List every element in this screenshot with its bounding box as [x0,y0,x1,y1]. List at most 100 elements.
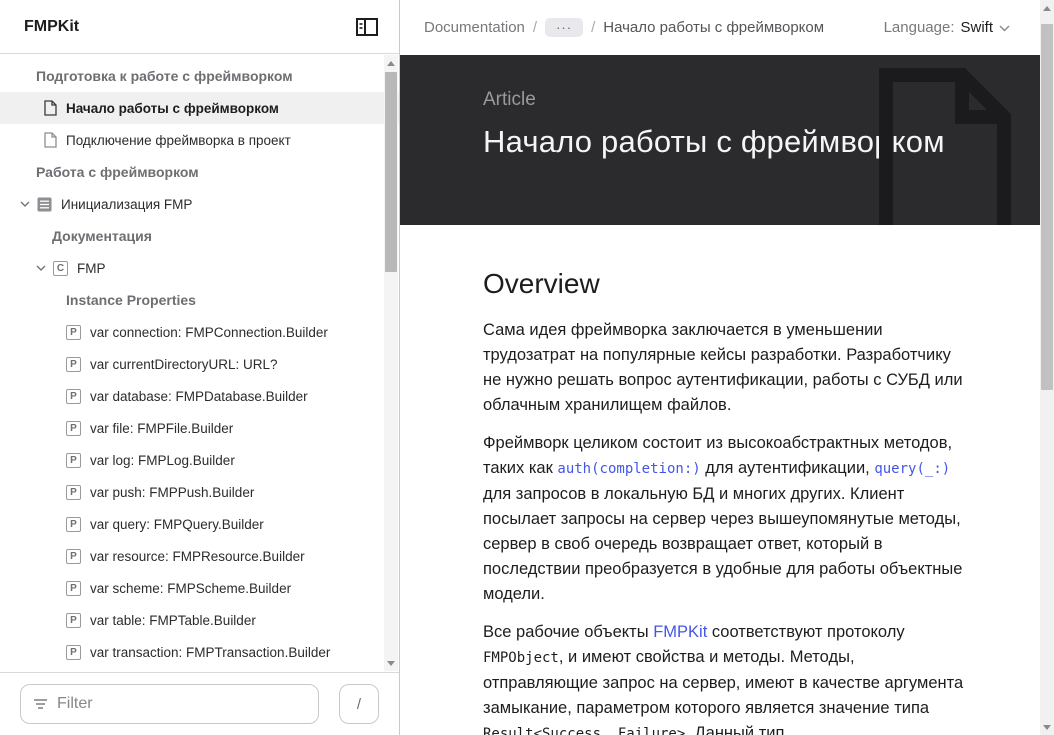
property-badge-icon: P [66,452,81,468]
property-badge-icon: P [66,388,81,404]
topbar: Documentation / ··· / Начало работы с фр… [400,0,1054,55]
text-run: для запросов в локальную БД и многих дру… [483,485,963,603]
article-paragraph: Фреймворк целиком состоит из высокоабстр… [483,431,965,607]
document-watermark-icon [876,67,1014,225]
sidebar-scrollbar[interactable] [384,55,398,671]
article-section: Overview Сама идея фреймворка заключаетс… [400,225,1040,735]
sidebar: FMPKit Подготовка к работе с фреймворком… [0,0,400,735]
sidebar-item[interactable]: Pvar table: FMPTable.Builder [0,604,399,636]
sidebar-item-label: var database: FMPDatabase.Builder [90,388,308,404]
inline-code: FMPObject [483,650,559,666]
text-run: для аутентификации, [700,459,875,477]
property-badge-icon: P [66,612,81,628]
filter-input[interactable] [57,695,306,713]
code-symbol-link[interactable]: auth(completion:) [557,461,700,477]
sidebar-item-label: Подключение фреймворка в проект [66,132,291,148]
scroll-down-arrow-icon[interactable] [384,655,398,671]
breadcrumb-separator: / [532,19,538,36]
filter-icon [33,698,48,710]
class-badge-icon: C [53,260,68,276]
property-badge-icon: P [66,516,81,532]
property-badge-icon: P [66,324,81,340]
article-hero: Article Начало работы с фреймворком [400,55,1040,225]
doc-icon [44,100,57,116]
sidebar-toggle-button[interactable] [355,16,379,38]
main-scrollbar-thumb[interactable] [1041,24,1053,390]
sidebar-item-label: var transaction: FMPTransaction.Builder [90,644,331,660]
sidebar-item-label: var currentDirectoryURL: URL? [90,356,278,372]
sidebar-section-header: Подготовка к работе с фреймворком [36,68,293,84]
code-symbol-link[interactable]: query(_:) [874,461,950,477]
sidebar-item[interactable]: Pvar push: FMPPush.Builder [0,476,399,508]
breadcrumb-ellipsis-button[interactable]: ··· [545,18,584,37]
sidebar-item-label: Инициализация FMP [61,196,193,212]
property-badge-icon: P [66,356,81,372]
sidebar-item[interactable]: Pvar scheme: FMPScheme.Builder [0,572,399,604]
sidebar-item-label: var resource: FMPResource.Builder [90,548,305,564]
sidebar-item[interactable]: Pvar transaction: FMPTransaction.Builder [0,636,399,668]
sidebar-item[interactable]: Pvar database: FMPDatabase.Builder [0,380,399,412]
language-selector[interactable]: Language: Swift [884,19,1010,36]
text-run: . Данный тип [685,724,785,735]
breadcrumb-documentation[interactable]: Documentation [424,19,525,36]
scroll-up-arrow-icon[interactable] [1040,0,1054,16]
sidebar-item[interactable]: Pvar connection: FMPConnection.Builder [0,316,399,348]
chevron-down-icon [36,265,46,271]
framework-link[interactable]: FMPKit [653,623,707,641]
framework-title[interactable]: FMPKit [24,18,79,36]
chevron-down-icon [999,25,1010,32]
sidebar-item[interactable]: Pvar resource: FMPResource.Builder [0,540,399,572]
main-content: Documentation / ··· / Начало работы с фр… [400,0,1054,735]
sidebar-item-label: Начало работы с фреймворком [66,100,279,116]
language-label: Language: [883,19,955,36]
sidebar-item-label: var scheme: FMPScheme.Builder [90,580,292,596]
sidebar-item-label: var push: FMPPush.Builder [90,484,255,500]
sidebar-item-label: FMP [77,260,106,276]
sidebar-item[interactable]: Pvar currentDirectoryURL: URL? [0,348,399,380]
sidebar-section-header: Instance Properties [66,292,196,308]
language-value: Swift [960,19,993,36]
article-paragraph: Все рабочие объекты FMPKit соответствуют… [483,620,965,735]
main-scrollbar[interactable] [1040,0,1054,735]
sidebar-toggle-icon [356,17,378,36]
property-badge-icon: P [66,484,81,500]
article-icon [37,197,52,212]
inline-code: Result<Success, Failure> [483,726,686,735]
sidebar-item[interactable]: C FMP [0,252,399,284]
doc-icon [44,132,57,148]
overview-heading: Overview [483,268,600,299]
sidebar-item-label: var log: FMPLog.Builder [90,452,235,468]
sidebar-item-label: var file: FMPFile.Builder [90,420,234,436]
article-paragraph: Сама идея фреймворка заключается в умень… [483,318,965,418]
sidebar-scrollbar-thumb[interactable] [385,72,397,272]
filter-input-box[interactable] [20,684,319,724]
text-run: Все рабочие объекты [483,623,654,641]
text-run: соответствуют протоколу [707,623,905,641]
sidebar-section-header: Работа с фреймворком [36,164,199,180]
filter-shortcut-key[interactable]: / [339,684,379,724]
scroll-up-arrow-icon[interactable] [384,55,398,71]
app-window: FMPKit Подготовка к работе с фреймворком… [0,0,1054,735]
sidebar-item[interactable]: Pvar query: FMPQuery.Builder [0,508,399,540]
breadcrumb-separator: / [591,19,596,36]
breadcrumb: Documentation / ··· / Начало работы с фр… [424,18,824,37]
sidebar-item[interactable]: Pvar log: FMPLog.Builder [0,444,399,476]
article-body: Сама идея фреймворка заключается в умень… [483,318,965,735]
sidebar-nav: Подготовка к работе с фреймворком Начало … [0,54,399,672]
filter-bar: / [0,672,399,735]
chevron-down-icon [20,201,30,207]
sidebar-item-label: var table: FMPTable.Builder [90,612,256,628]
sidebar-item-label: var query: FMPQuery.Builder [90,516,264,532]
sidebar-item-label: var connection: FMPConnection.Builder [90,324,328,340]
scroll-down-arrow-icon[interactable] [1040,719,1054,735]
sidebar-item[interactable]: Инициализация FMP [0,188,399,220]
text-run: Сама идея фреймворка заключается в умень… [483,321,963,414]
sidebar-item[interactable]: Pvar file: FMPFile.Builder [0,412,399,444]
sidebar-item[interactable]: Подключение фреймворка в проект [0,124,399,156]
property-badge-icon: P [66,644,81,660]
sidebar-section-header: Документация [52,228,152,244]
property-badge-icon: P [66,548,81,564]
sidebar-header: FMPKit [0,0,399,54]
property-badge-icon: P [66,420,81,436]
sidebar-item[interactable]: Начало работы с фреймворком [0,92,399,124]
